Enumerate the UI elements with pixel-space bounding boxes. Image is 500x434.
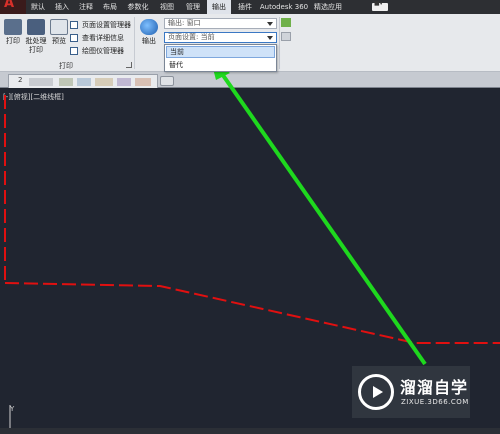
red-dashed-polyline: [4, 95, 500, 344]
dropdown-option-override[interactable]: 替代: [166, 59, 275, 71]
autocad-window: A 默认 插入 注释 布局 参数化 视图 管理 输出 插件 Autodesk 3…: [0, 0, 500, 434]
ucs-y-label: Y: [9, 405, 15, 413]
green-arrow-shaft: [218, 69, 427, 366]
page-setup-dropdown-list: 当前 替代: [164, 44, 277, 72]
dropdown-option-current[interactable]: 当前: [166, 46, 275, 58]
play-logo-icon: [358, 374, 394, 410]
polyline-lower-segment: [4, 282, 500, 344]
bottom-status-strip: [0, 428, 500, 434]
watermark: 溜溜自学 ZIXUE.3D66.COM: [352, 366, 470, 418]
